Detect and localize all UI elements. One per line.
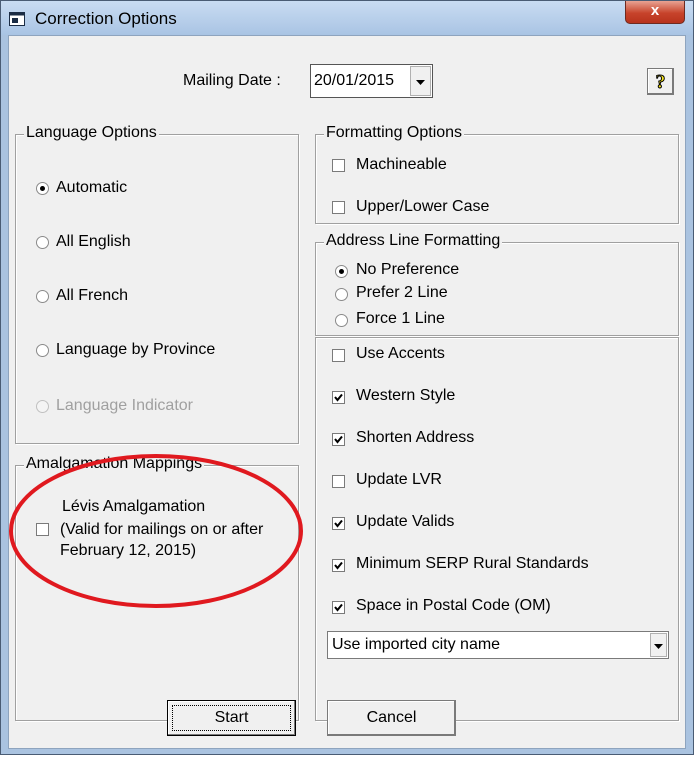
dialog-window: Correction Options x Mailing Date : 20/0… <box>0 0 694 755</box>
annotation-circle <box>9 454 303 608</box>
